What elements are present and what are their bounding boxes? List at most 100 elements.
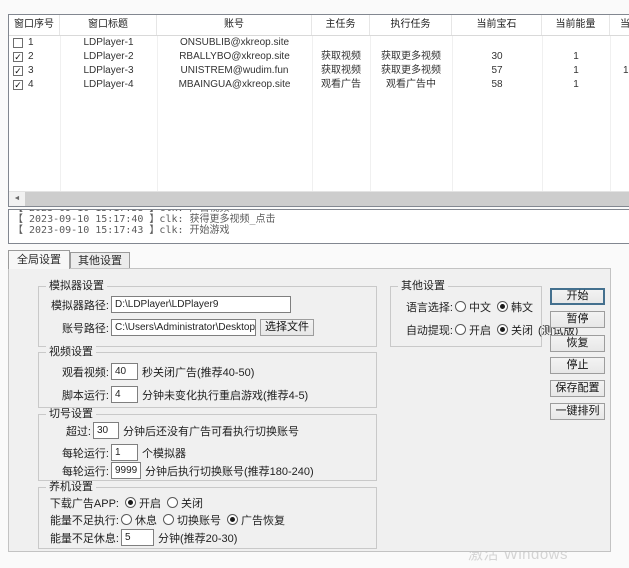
- column-header-main-task[interactable]: 主任务: [312, 15, 370, 35]
- gems: 57: [452, 64, 542, 78]
- over-minutes-input[interactable]: 30: [93, 422, 119, 439]
- scroll-left-arrow-icon: ◄: [14, 195, 21, 202]
- account-path-input[interactable]: C:\Users\Administrator\Desktop\账号1: [111, 319, 256, 336]
- column-header-account[interactable]: 账号: [157, 15, 312, 35]
- gems: 30: [452, 50, 542, 64]
- radio-switch-account[interactable]: [163, 514, 174, 525]
- group-switch-settings: 切号设置 超过: 30 分钟后还没有广告可看执行切换账号 每轮运行: 1 个模拟…: [38, 414, 377, 481]
- column-header-window-title[interactable]: 窗口标题: [60, 15, 157, 35]
- app-window: 窗口序号 窗口标题 账号 主任务 执行任务 当前宝石 当前能量 当 1 LDPl…: [0, 0, 629, 568]
- table-row[interactable]: ✓2 LDPlayer-2 RBALLYBO@xkreop.site 获取视频 …: [9, 50, 629, 64]
- tab-global-settings[interactable]: 全局设置: [8, 250, 70, 269]
- column-header-exec-task[interactable]: 执行任务: [370, 15, 452, 35]
- exec-task: 获取更多视频: [370, 50, 452, 64]
- table-row[interactable]: 1 LDPlayer-1 ONSUBLIB@xkreop.site: [9, 36, 629, 50]
- download-ad-app-label: 下载广告APP:: [47, 495, 119, 511]
- radio-lang-cn-label: 中文: [469, 299, 491, 315]
- account: RBALLYBO@xkreop.site: [157, 50, 312, 64]
- round-run-suffix: 个模拟器: [142, 445, 186, 461]
- table-body: 1 LDPlayer-1 ONSUBLIB@xkreop.site ✓2 LDP…: [9, 36, 629, 192]
- language-label: 语言选择:: [399, 299, 453, 315]
- script-run-suffix: 分钟未变化执行重启游戏(推荐4-5): [142, 387, 308, 403]
- resume-button[interactable]: 恢复: [550, 335, 605, 352]
- emulator-table: 窗口序号 窗口标题 账号 主任务 执行任务 当前宝石 当前能量 当 1 LDPl…: [8, 14, 629, 207]
- column-header-gems[interactable]: 当前宝石: [452, 15, 542, 35]
- row-checkbox[interactable]: [13, 38, 23, 48]
- emulator-path-input[interactable]: D:\LDPlayer\LDPlayer9: [111, 296, 291, 313]
- script-run-label: 脚本运行:: [47, 387, 109, 403]
- group-title: 视频设置: [46, 346, 96, 359]
- account: UNISTREM@wudim.fun: [157, 64, 312, 78]
- main-task: 获取视频: [312, 64, 370, 78]
- horizontal-scrollbar[interactable]: ◄: [9, 191, 629, 206]
- extra: 1: [610, 64, 629, 78]
- column-header-energy[interactable]: 当前能量: [542, 15, 610, 35]
- column-header-truncated[interactable]: 当: [610, 15, 629, 35]
- radio-ad-recover[interactable]: [227, 514, 238, 525]
- energy: 1: [542, 64, 610, 78]
- round-minutes-input[interactable]: 9999: [111, 462, 141, 479]
- exec-task: 观看广告中: [370, 78, 452, 92]
- row-checkbox[interactable]: ✓: [13, 66, 23, 76]
- radio-lang-kr[interactable]: [497, 301, 508, 312]
- rest-minutes-label: 能量不足休息:: [47, 530, 119, 546]
- main-task: 观看广告: [312, 78, 370, 92]
- window-title: LDPlayer-1: [60, 36, 157, 50]
- row-checkbox[interactable]: ✓: [13, 80, 23, 90]
- group-title: 模拟器设置: [46, 280, 107, 293]
- watch-video-suffix: 秒关闭广告(推荐40-50): [142, 364, 254, 380]
- radio-switch-account-label: 切换账号: [177, 512, 221, 528]
- extra: [610, 50, 629, 64]
- log-lines: 【 2023-09-10 15:17:38 】clk: 广告视频 【 2023-…: [9, 209, 629, 236]
- account: MBAINGUA@xkreop.site: [157, 78, 312, 92]
- radio-withdraw-off[interactable]: [497, 324, 508, 335]
- window-title: LDPlayer-4: [60, 78, 157, 92]
- row-checkbox[interactable]: ✓: [13, 52, 23, 62]
- energy: 1: [542, 78, 610, 92]
- pause-button[interactable]: 暂停: [550, 311, 605, 328]
- tab-other-settings[interactable]: 其他设置: [70, 252, 130, 269]
- round-run-label: 每轮运行:: [47, 445, 109, 461]
- over-minutes-suffix: 分钟后还没有广告可看执行切换账号: [123, 423, 299, 439]
- start-button[interactable]: 开始: [550, 288, 605, 305]
- rest-minutes-input[interactable]: 5: [121, 529, 154, 546]
- gems: 58: [452, 78, 542, 92]
- energy: 1: [542, 50, 610, 64]
- extra: [610, 78, 629, 92]
- radio-withdraw-off-label: 关闭: [511, 322, 533, 338]
- emulator-path-label: 模拟器路径:: [47, 297, 109, 313]
- radio-withdraw-on-label: 开启: [469, 322, 491, 338]
- radio-download-off[interactable]: [167, 497, 178, 508]
- round-run-input[interactable]: 1: [111, 444, 138, 461]
- log-panel[interactable]: 【 2023-09-10 15:17:38 】clk: 广告视频 【 2023-…: [8, 209, 629, 244]
- radio-lang-cn[interactable]: [455, 301, 466, 312]
- watch-video-input[interactable]: 40: [111, 363, 138, 380]
- script-run-input[interactable]: 4: [111, 386, 138, 403]
- main-task: 获取视频: [312, 50, 370, 64]
- save-config-button[interactable]: 保存配置: [550, 380, 605, 397]
- scroll-left-button[interactable]: ◄: [9, 192, 25, 206]
- radio-rest-label: 休息: [135, 512, 157, 528]
- group-maintain-settings: 养机设置 下载广告APP: 开启 关闭 能量不足执行: 休息 切换账号 广告恢复…: [38, 487, 377, 549]
- arrange-button[interactable]: 一键排列: [550, 403, 605, 420]
- log-line: 【 2023-09-10 15:17:43 】clk: 开始游戏: [13, 225, 629, 236]
- round-minutes-label: 每轮运行:: [47, 463, 109, 479]
- window-title: LDPlayer-3: [60, 64, 157, 78]
- gems: [452, 36, 542, 50]
- radio-download-on[interactable]: [125, 497, 136, 508]
- table-row[interactable]: ✓3 LDPlayer-3 UNISTREM@wudim.fun 获取视频 获取…: [9, 64, 629, 78]
- account-path-label: 账号路径:: [47, 320, 109, 336]
- rest-minutes-suffix: 分钟(推荐20-30): [158, 530, 237, 546]
- radio-rest[interactable]: [121, 514, 132, 525]
- group-title: 养机设置: [46, 481, 96, 494]
- stop-button[interactable]: 停止: [550, 357, 605, 374]
- radio-withdraw-on[interactable]: [455, 324, 466, 335]
- scrollbar-thumb[interactable]: [25, 192, 629, 206]
- table-row[interactable]: ✓4 LDPlayer-4 MBAINGUA@xkreop.site 观看广告 …: [9, 78, 629, 92]
- radio-download-off-label: 关闭: [181, 495, 203, 511]
- column-header-window-index[interactable]: 窗口序号: [9, 15, 60, 35]
- window-index: 3: [28, 64, 34, 78]
- auto-withdraw-label: 自动提现:: [399, 322, 453, 338]
- choose-file-button[interactable]: 选择文件: [260, 319, 314, 336]
- group-emulator-settings: 模拟器设置 模拟器路径: D:\LDPlayer\LDPlayer9 账号路径:…: [38, 286, 377, 347]
